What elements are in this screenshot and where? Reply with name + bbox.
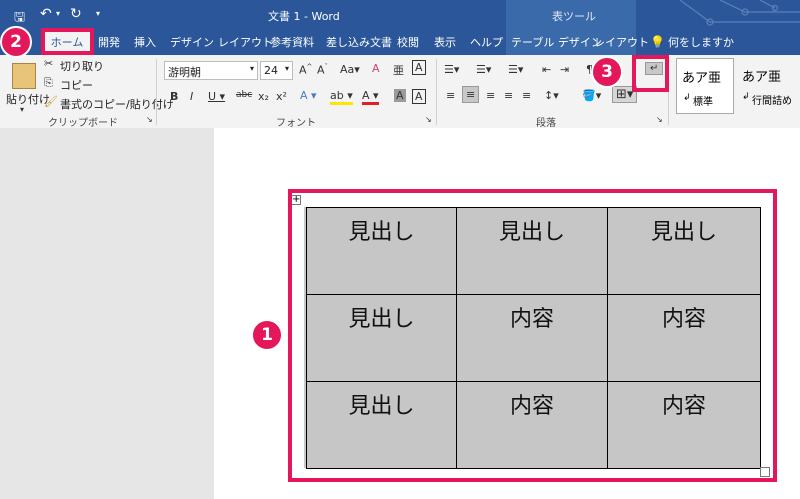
paragraph-mark-icon: ↲ [742, 92, 750, 102]
font-launcher-icon[interactable]: ↘ [425, 115, 432, 124]
change-case-icon[interactable]: Aa▾ [340, 63, 360, 76]
paragraph-group-label: 段落 [536, 118, 556, 129]
style-no-spacing-name: 行間詰め [752, 96, 792, 107]
document-title: 文書 1 - Word [268, 10, 340, 23]
cut-button[interactable]: 切り取り [60, 58, 104, 74]
tab-insert[interactable]: 挿入 [134, 31, 156, 55]
strikethrough-icon[interactable]: abc [236, 90, 252, 100]
separator [156, 59, 157, 125]
highlight-paragraph-mark [632, 55, 669, 92]
paste-dropdown-icon[interactable]: ▾ [20, 105, 24, 114]
superscript-icon[interactable]: x² [276, 90, 287, 103]
title-bar: 🖫 ↶ ▾ ↻ ▾ 文書 1 - Word 表ツール [0, 0, 800, 55]
highlight-home-tab [41, 28, 94, 55]
phonetic-guide-icon[interactable]: 亜 [393, 62, 404, 78]
qat-customize-icon[interactable]: ▾ [96, 9, 100, 18]
justify-icon[interactable]: ≡ [504, 89, 513, 102]
redo-icon[interactable]: ↻ [70, 6, 82, 22]
style-normal[interactable]: あア亜 ↲ 標準 [676, 58, 734, 114]
font-name-value: 游明朝 [168, 66, 201, 79]
tab-mailings[interactable]: 差し込み文書 [326, 31, 392, 55]
tab-help[interactable]: ヘルプ [470, 31, 503, 55]
tab-developer[interactable]: 開発 [98, 31, 120, 55]
clear-format-icon[interactable]: A [372, 62, 380, 75]
copy-button[interactable]: コピー [60, 77, 93, 93]
tab-layout[interactable]: レイアウト [218, 31, 273, 55]
highlight-table [288, 189, 777, 482]
callout-badge-2: 2 [0, 26, 32, 58]
style-no-spacing[interactable]: あア亜 ↲ 行間詰め [736, 58, 800, 112]
ribbon: 貼り付け ▾ ✂ 切り取り ⎘ コピー 🖌 書式のコピー/貼り付け クリップボー… [0, 55, 800, 129]
align-right-icon[interactable]: ≡ [486, 89, 495, 102]
increase-indent-icon[interactable]: ⇥ [560, 63, 569, 76]
line-spacing-icon[interactable]: ↕▾ [544, 89, 559, 102]
separator [436, 59, 437, 125]
callout-badge-1: 1 [251, 319, 283, 351]
font-size-dropdown-icon[interactable]: ▾ [285, 64, 289, 73]
bullets-icon[interactable]: ☰▾ [444, 63, 459, 76]
tab-references[interactable]: 参考資料 [270, 31, 314, 55]
paragraph-mark-icon: ↲ [683, 93, 691, 103]
style-normal-preview: あア亜 [682, 71, 722, 86]
style-normal-name: 標準 [693, 97, 713, 108]
tab-table-layout[interactable]: レイアウト [594, 31, 649, 55]
italic-icon[interactable]: I [190, 90, 193, 103]
decrease-indent-icon[interactable]: ⇤ [542, 63, 551, 76]
enclose-characters-icon[interactable]: A [412, 60, 426, 75]
align-left-icon[interactable]: ≡ [446, 89, 455, 102]
font-color-icon[interactable]: A ▾ [362, 89, 379, 105]
character-border-icon[interactable]: A [412, 89, 426, 104]
text-effects-icon[interactable]: A ▾ [300, 89, 317, 102]
context-group-header: 表ツール [506, 0, 636, 31]
font-name-dropdown-icon[interactable]: ▾ [250, 64, 254, 73]
undo-icon[interactable]: ↶ [40, 6, 52, 22]
tell-me-box[interactable]: 何をしますか [668, 31, 734, 55]
lightbulb-icon[interactable]: 💡 [650, 35, 665, 49]
tab-view[interactable]: 表示 [434, 31, 456, 55]
underline-icon[interactable]: U ▾ [208, 90, 225, 103]
navigation-margin [0, 128, 214, 499]
format-painter-icon[interactable]: 🖌 [44, 95, 58, 108]
context-group-label: 表ツール [552, 10, 596, 23]
scissors-icon[interactable]: ✂ [44, 57, 53, 70]
bold-icon[interactable]: B [170, 90, 178, 103]
highlight-icon[interactable]: ab ▾ [330, 89, 353, 105]
distributed-icon[interactable]: ≡ [522, 89, 531, 102]
multilevel-list-icon[interactable]: ☰▾ [508, 63, 523, 76]
tab-table-design[interactable]: テーブル デザイン [511, 31, 602, 55]
tab-review[interactable]: 校閲 [397, 31, 419, 55]
paste-icon[interactable] [12, 63, 36, 89]
clipboard-launcher-icon[interactable]: ↘ [146, 115, 153, 124]
shading-icon[interactable]: 🪣▾ [582, 89, 601, 102]
numbering-icon[interactable]: ☰▾ [476, 63, 491, 76]
callout-badge-3: 3 [591, 56, 623, 88]
font-size-box[interactable]: 24 ▾ [260, 61, 293, 80]
tab-design[interactable]: デザイン [170, 31, 214, 55]
character-shading-icon[interactable]: A [394, 89, 406, 102]
font-size-value: 24 [264, 64, 278, 77]
ribbon-tabs: ホーム 開発 挿入 デザイン レイアウト 参考資料 差し込み文書 校閲 表示 ヘ… [0, 31, 800, 55]
align-center-icon[interactable]: ≡ [462, 86, 480, 103]
shrink-font-icon[interactable]: Aˇ [317, 63, 328, 77]
font-name-box[interactable]: 游明朝 ▾ [164, 61, 258, 80]
undo-dropdown-icon[interactable]: ▾ [56, 9, 60, 18]
grow-font-icon[interactable]: A^ [299, 63, 312, 77]
clipboard-group-label: クリップボード [48, 118, 118, 129]
paragraph-launcher-icon[interactable]: ↘ [656, 115, 663, 124]
style-no-spacing-preview: あア亜 [742, 70, 782, 85]
subscript-icon[interactable]: x₂ [258, 90, 269, 103]
copy-icon[interactable]: ⎘ [44, 76, 53, 90]
font-group-label: フォント [276, 118, 316, 129]
